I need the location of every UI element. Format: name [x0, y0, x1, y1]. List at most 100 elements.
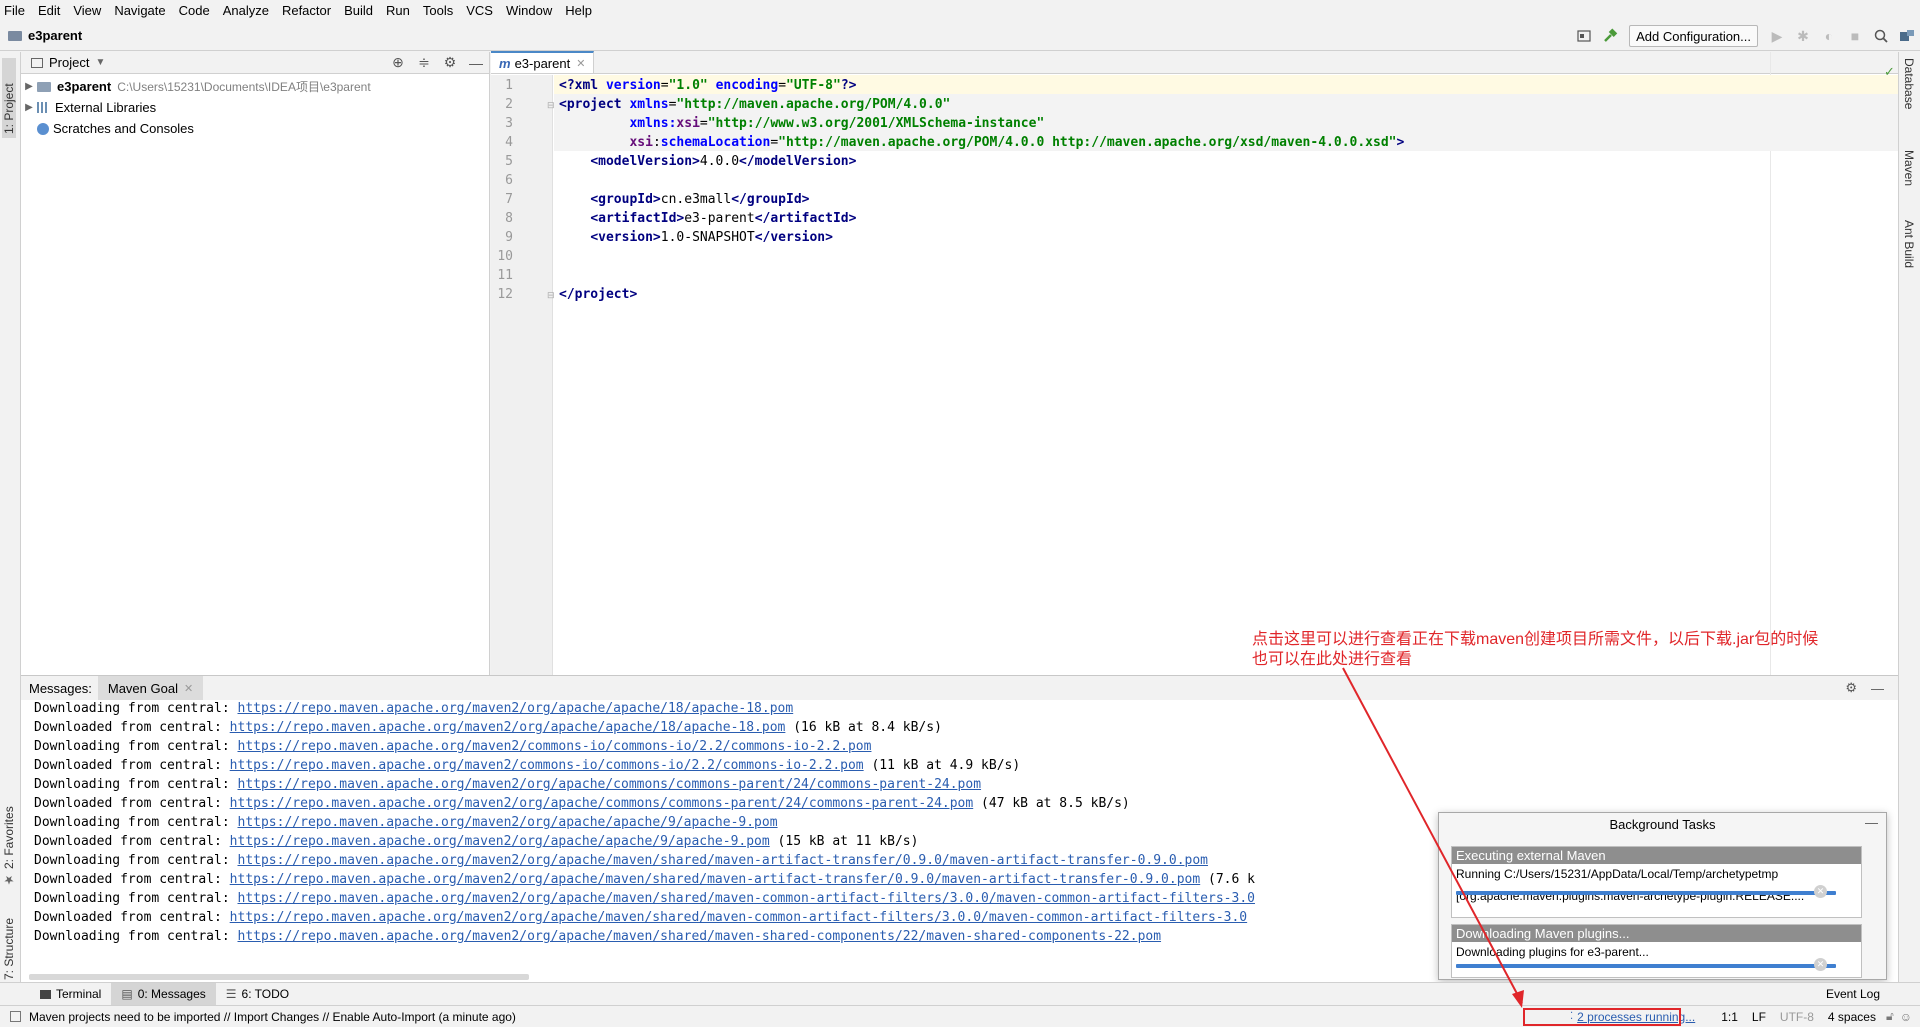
search-everywhere-icon[interactable]	[1870, 25, 1892, 47]
log-link[interactable]: https://repo.maven.apache.org/maven2/com…	[230, 758, 864, 773]
lock-icon[interactable]: 🔓︎	[1886, 1009, 1894, 1024]
library-icon	[37, 102, 49, 113]
tree-item-root-name: e3parent	[57, 79, 112, 94]
tree-item-external-libraries[interactable]: ▶ External Libraries	[21, 97, 489, 118]
tab-favorites[interactable]: ★ 2: Favorites	[2, 797, 16, 887]
hector-icon[interactable]: ☺	[1900, 1010, 1912, 1024]
task-downloading-plugins: Downloading Maven plugins... Downloading…	[1451, 924, 1862, 978]
tab-messages[interactable]: ▤ 0: Messages	[111, 982, 216, 1006]
log-line: Downloaded from central: https://repo.ma…	[21, 758, 1898, 777]
log-prefix: Downloaded from central:	[34, 834, 230, 849]
log-link[interactable]: https://repo.maven.apache.org/maven2/org…	[238, 815, 778, 830]
build-hammer-icon[interactable]	[1599, 25, 1621, 47]
run-icon[interactable]: ▶	[1766, 25, 1788, 47]
menu-tools[interactable]: Tools	[423, 3, 453, 18]
code-text[interactable]: <?xml version="1.0" encoding="UTF-8"?> <…	[491, 52, 1898, 675]
code-line: <project xmlns="http://maven.apache.org/…	[559, 97, 951, 112]
log-link[interactable]: https://repo.maven.apache.org/maven2/org…	[230, 872, 1201, 887]
tab-database[interactable]: Database	[1902, 58, 1916, 109]
log-prefix: Downloaded from central:	[34, 872, 230, 887]
terminal-icon	[40, 989, 51, 999]
caret-position[interactable]: 1:1	[1721, 1010, 1738, 1024]
expand-arrow-icon[interactable]: ▶	[21, 81, 37, 92]
tab-maven-goal[interactable]: Maven Goal ✕	[97, 676, 204, 700]
tab-ant-build[interactable]: Ant Build	[1902, 220, 1916, 268]
project-view-selector[interactable]: Project	[49, 55, 89, 70]
menu-build[interactable]: Build	[344, 3, 373, 18]
project-structure-icon[interactable]	[1573, 25, 1595, 47]
log-link[interactable]: https://repo.maven.apache.org/maven2/org…	[230, 910, 1247, 925]
background-tasks-popup: Background Tasks — Executing external Ma…	[1438, 812, 1887, 980]
menu-view[interactable]: View	[73, 3, 101, 18]
code-line: xmlns:xsi="http://www.w3.org/2001/XMLSch…	[629, 116, 1045, 131]
menu-navigate[interactable]: Navigate	[114, 3, 165, 18]
log-link[interactable]: https://repo.maven.apache.org/maven2/org…	[230, 834, 770, 849]
gear-icon[interactable]: ⚙	[439, 52, 461, 74]
log-link[interactable]: https://repo.maven.apache.org/maven2/org…	[238, 853, 1209, 868]
log-link[interactable]: https://repo.maven.apache.org/maven2/org…	[238, 891, 1255, 906]
hide-icon[interactable]: —	[1871, 681, 1884, 696]
log-prefix: Downloading from central:	[34, 777, 238, 792]
expand-arrow-icon[interactable]: ▶	[21, 102, 37, 113]
tab-project-label: 1: Project	[2, 83, 16, 134]
log-link[interactable]: https://repo.maven.apache.org/maven2/org…	[238, 701, 794, 716]
file-encoding[interactable]: UTF-8	[1780, 1010, 1814, 1024]
log-prefix: Downloaded from central:	[34, 720, 230, 735]
cancel-icon[interactable]: ✕	[1814, 885, 1827, 898]
debug-icon[interactable]: ✱	[1792, 25, 1814, 47]
gear-icon[interactable]: ⚙	[1845, 680, 1857, 696]
close-icon[interactable]: ✕	[184, 682, 193, 695]
todo-icon: ☰	[225, 987, 237, 1001]
tree-item-scratches[interactable]: Scratches and Consoles	[21, 118, 489, 139]
horizontal-scrollbar[interactable]	[29, 974, 529, 980]
minimize-icon[interactable]: —	[1865, 815, 1878, 830]
status-message[interactable]: Maven projects need to be imported // Im…	[29, 1010, 516, 1024]
log-line: Downloading from central: https://repo.m…	[21, 701, 1898, 720]
collapse-all-icon[interactable]: ≑	[413, 52, 435, 74]
tab-structure[interactable]: 7: Structure	[2, 892, 16, 980]
cancel-icon[interactable]: ✕	[1814, 958, 1827, 971]
code-line: <groupId>cn.e3mall</groupId>	[590, 192, 810, 207]
scratches-icon	[37, 122, 49, 135]
menu-refactor[interactable]: Refactor	[282, 3, 331, 18]
hide-icon[interactable]: —	[465, 52, 487, 74]
log-link[interactable]: https://repo.maven.apache.org/maven2/org…	[230, 796, 974, 811]
menu-vcs[interactable]: VCS	[466, 3, 493, 18]
breadcrumb[interactable]: e3parent	[8, 28, 82, 43]
status-toggle-icon[interactable]	[10, 1011, 21, 1022]
log-suffix: (16 kB at 8.4 kB/s)	[785, 720, 942, 735]
tab-todo[interactable]: ☰ 6: TODO	[216, 983, 299, 1006]
log-link[interactable]: https://repo.maven.apache.org/maven2/com…	[238, 739, 872, 754]
tab-event-log[interactable]: Event Log	[1816, 983, 1890, 1006]
tab-maven[interactable]: Maven	[1902, 150, 1916, 186]
menu-code[interactable]: Code	[179, 3, 210, 18]
log-suffix: (7.6 k	[1200, 872, 1255, 887]
locate-icon[interactable]: ⊕	[387, 52, 409, 74]
menu-run[interactable]: Run	[386, 3, 410, 18]
add-configuration-button[interactable]: Add Configuration...	[1629, 25, 1758, 47]
tab-terminal[interactable]: Terminal	[30, 983, 111, 1006]
log-link[interactable]: https://repo.maven.apache.org/maven2/org…	[230, 720, 786, 735]
task-detail: Downloading plugins for e3-parent...	[1456, 945, 1649, 959]
ide-features-icon[interactable]	[1896, 25, 1918, 47]
coverage-icon[interactable]: ◐	[1818, 25, 1840, 47]
menu-file[interactable]: File	[4, 3, 25, 18]
tab-project[interactable]: 1: Project	[2, 58, 16, 138]
editor-area: m e3-parent ✕ 1 2 3 4 5 6 7 8 9 10 11 12…	[491, 51, 1898, 702]
menu-help[interactable]: Help	[565, 3, 592, 18]
indent-setting[interactable]: 4 spaces	[1828, 1010, 1876, 1024]
tree-item-root[interactable]: ▶ e3parent C:\Users\15231\Documents\IDEA…	[21, 76, 489, 97]
log-prefix: Downloaded from central:	[34, 796, 230, 811]
star-icon: ★	[2, 873, 16, 887]
chevron-down-icon[interactable]: ▼	[95, 57, 105, 68]
stop-icon[interactable]: ■	[1844, 25, 1866, 47]
code-line: <modelVersion>4.0.0</modelVersion>	[590, 154, 857, 169]
log-link[interactable]: https://repo.maven.apache.org/maven2/org…	[238, 929, 1162, 944]
line-separator[interactable]: LF	[1752, 1010, 1766, 1024]
folder-icon	[8, 30, 22, 41]
menu-window[interactable]: Window	[506, 3, 552, 18]
log-link[interactable]: https://repo.maven.apache.org/maven2/org…	[238, 777, 982, 792]
menu-edit[interactable]: Edit	[38, 3, 60, 18]
menu-analyze[interactable]: Analyze	[223, 3, 269, 18]
code-line: <version>1.0-SNAPSHOT</version>	[590, 230, 833, 245]
